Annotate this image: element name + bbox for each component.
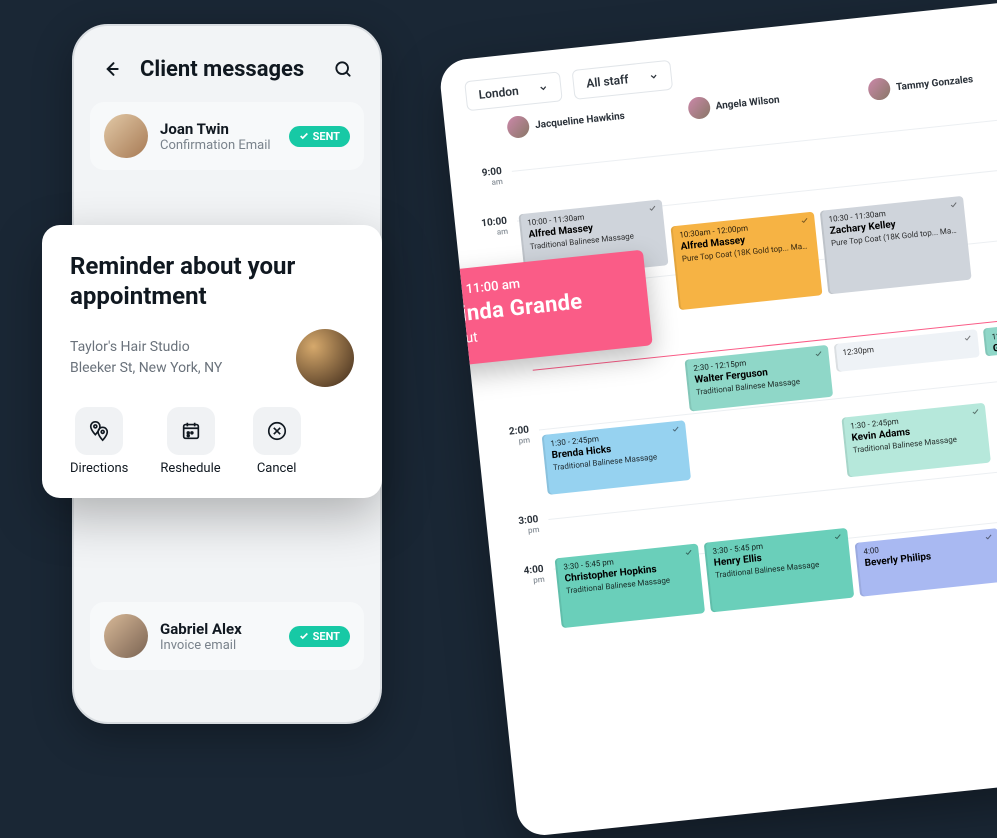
directions-button[interactable]: Directions: [70, 407, 128, 476]
reminder-location: Taylor's Hair Studio Bleeker St, New Yor…: [70, 337, 222, 379]
message-subject: Confirmation Email: [160, 138, 277, 153]
check-icon: [971, 407, 980, 416]
calendar-event[interactable]: 1:30 - 2:45pmBrenda HicksTraditional Bal…: [542, 420, 691, 495]
avatar: [104, 114, 148, 158]
check-icon: [684, 548, 693, 557]
check-icon: [949, 200, 958, 209]
time-label: 10:00am: [463, 216, 509, 240]
message-sender: Gabriel Alex: [160, 620, 277, 638]
page-title: Client messages: [140, 57, 314, 82]
message-row[interactable]: Joan Twin Confirmation Email SENT: [90, 102, 364, 170]
check-icon: [963, 334, 972, 343]
check-icon: [833, 532, 842, 541]
reminder-card: Reminder about your appointment Taylor's…: [42, 225, 382, 498]
calendar-event[interactable]: 3:30 - 5:45 pmHenry EllisTraditional Bal…: [704, 528, 855, 613]
chevron-down-icon: [648, 71, 659, 82]
staff-dropdown[interactable]: All staff: [572, 60, 673, 100]
calendar-event[interactable]: 12:30Geo: [983, 313, 997, 356]
back-icon[interactable]: [96, 54, 126, 84]
phone-header: Client messages: [74, 26, 380, 98]
time-label: 2:00pm: [485, 425, 531, 449]
reschedule-button[interactable]: Reshedule: [160, 407, 220, 476]
time-label: 9:00am: [457, 166, 503, 190]
time-label: 4:00pm: [499, 564, 545, 588]
calendar-event[interactable]: 10:30 - 11:30amZachary KelleyPure Top Co…: [820, 196, 972, 295]
message-subject: Invoice email: [160, 638, 277, 653]
avatar: [506, 115, 530, 139]
message-row[interactable]: Gabriel Alex Invoice email SENT: [90, 602, 364, 670]
avatar: [687, 96, 711, 120]
calendar-event[interactable]: 10:30am - 12:00pmAlfred MasseyPure Top C…: [670, 212, 822, 311]
event-popup[interactable]: 10:00 - 11:00 amLucinda GrandeHair Cut: [438, 250, 653, 371]
map-pin-icon: [75, 407, 123, 455]
event-time: 12:30pm: [842, 335, 970, 358]
check-icon: [814, 349, 823, 358]
calendar-event[interactable]: 3:30 - 5:45 pmChristopher HopkinsTraditi…: [555, 543, 706, 628]
venue-avatar: [296, 329, 354, 387]
check-icon: [648, 204, 657, 213]
close-icon: [253, 407, 301, 455]
chevron-down-icon: [538, 83, 549, 94]
search-icon[interactable]: [328, 54, 358, 84]
check-icon: [984, 533, 993, 542]
status-badge: SENT: [289, 126, 350, 147]
reminder-title: Reminder about your appointment: [70, 251, 354, 311]
avatar: [104, 614, 148, 658]
avatar: [867, 77, 891, 101]
calendar-event[interactable]: 1:30 - 2:45pmKevin AdamsTraditional Bali…: [841, 403, 990, 478]
location-dropdown[interactable]: London: [464, 71, 563, 111]
time-label: 3:00pm: [494, 514, 540, 538]
tablet-frame: London All staff To Jacqueline Hawkins A…: [438, 0, 997, 838]
event-time: 12:30: [991, 319, 997, 342]
check-icon: [800, 216, 809, 225]
calendar-event[interactable]: 4:00Beverly Philips: [855, 528, 997, 597]
check-icon: [671, 425, 680, 434]
status-badge: SENT: [289, 626, 350, 647]
calendar-icon: [167, 407, 215, 455]
cancel-button[interactable]: Cancel: [253, 407, 301, 476]
calendar-grid[interactable]: 9:00am10:00am11:00am2:00pm3:00pm4:00pm10…: [447, 70, 997, 768]
message-sender: Joan Twin: [160, 120, 277, 138]
